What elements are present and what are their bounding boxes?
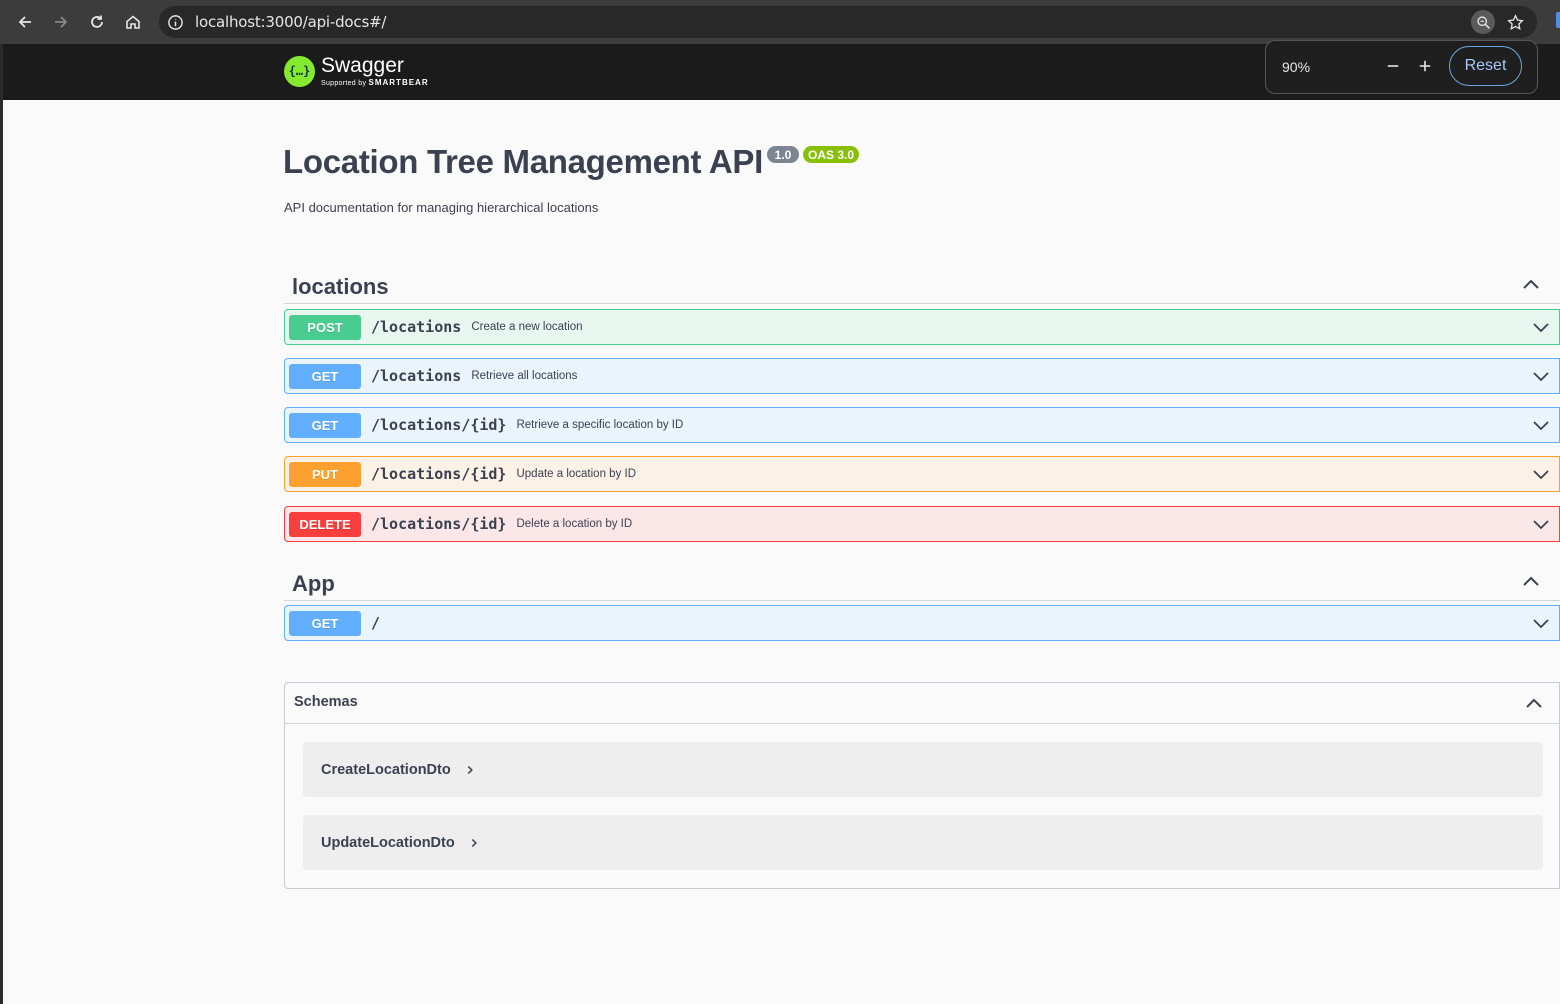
operation-get-location-by-id[interactable]: GET /locations/{id} Retrieve a specific … <box>284 407 1560 443</box>
method-badge: GET <box>289 610 361 636</box>
schemas-header[interactable]: Schemas <box>285 683 1559 724</box>
oas-badge[interactable]: OAS 3.0 <box>803 146 859 163</box>
version-badge: 1.0 <box>767 146 799 163</box>
zoom-level: 90% <box>1282 59 1311 75</box>
chevron-up-icon <box>1523 576 1539 586</box>
tag-name: App <box>292 571 335 596</box>
home-icon <box>126 15 140 29</box>
back-button[interactable] <box>7 4 43 40</box>
model-update-location-dto[interactable]: UpdateLocationDto <box>303 815 1543 870</box>
tag-app[interactable]: App <box>284 561 1560 601</box>
address-bar[interactable]: localhost:3000/api-docs#/ <box>159 6 1537 38</box>
method-badge: POST <box>289 314 361 340</box>
operation-path: /locations <box>371 318 462 336</box>
operation-summary: Retrieve all locations <box>471 370 578 382</box>
model-name: UpdateLocationDto <box>321 834 455 851</box>
method-badge: PUT <box>289 461 361 487</box>
operation-path: /locations/{id} <box>371 515 507 533</box>
method-badge: DELETE <box>289 511 361 537</box>
operation-path: /locations/{id} <box>371 465 507 483</box>
operation-path: /locations <box>371 367 462 385</box>
chevron-up-icon <box>1526 698 1542 708</box>
chevron-right-icon <box>467 765 475 775</box>
browser-toolbar: localhost:3000/api-docs#/ <box>0 0 1560 44</box>
site-info-icon[interactable] <box>165 12 185 32</box>
arrow-left-icon <box>18 16 31 28</box>
forward-button[interactable] <box>43 4 79 40</box>
operation-summary: Retrieve a specific location by ID <box>516 419 684 431</box>
chevron-down-icon[interactable] <box>1533 321 1549 333</box>
operation-summary: Create a new location <box>471 321 583 333</box>
left-edge <box>0 44 3 1004</box>
zoom-popup: 90% Reset <box>1265 40 1538 94</box>
operation-path: /locations/{id} <box>371 416 507 434</box>
zoom-reset-button[interactable]: Reset <box>1449 46 1522 86</box>
method-badge: GET <box>289 412 361 438</box>
url-text[interactable]: localhost:3000/api-docs#/ <box>195 13 386 31</box>
api-title: Location Tree Management API <box>283 143 763 180</box>
model-name: CreateLocationDto <box>321 761 451 778</box>
operation-summary: Update a location by ID <box>516 468 637 480</box>
chevron-down-icon[interactable] <box>1533 370 1549 382</box>
operation-delete-location[interactable]: DELETE /locations/{id} Delete a location… <box>284 506 1560 542</box>
operation-put-location[interactable]: PUT /locations/{id} Update a location by… <box>284 456 1560 492</box>
tag-locations[interactable]: locations <box>284 264 1560 304</box>
method-badge: GET <box>289 363 361 389</box>
chevron-up-icon <box>1523 279 1539 289</box>
model-create-location-dto[interactable]: CreateLocationDto <box>303 742 1543 797</box>
chevron-down-icon[interactable] <box>1533 468 1549 480</box>
operation-post-locations[interactable]: POST /locations Create a new location <box>284 309 1560 345</box>
zoom-in-button[interactable] <box>1414 55 1436 77</box>
operation-get-locations[interactable]: GET /locations Retrieve all locations <box>284 358 1560 394</box>
swagger-logo[interactable]: {…} Swagger Supported by SMARTBEAR <box>284 55 429 87</box>
swagger-logo-name: Swagger <box>321 54 404 77</box>
tag-name: locations <box>292 274 389 299</box>
swagger-logo-sub: Supported by SMARTBEAR <box>321 78 429 87</box>
chevron-right-icon <box>471 838 479 848</box>
bookmark-star-icon[interactable] <box>1505 12 1525 32</box>
swagger-logo-icon: {…} <box>284 55 315 87</box>
operation-path: / <box>371 614 381 632</box>
extension-edge <box>1556 12 1560 28</box>
plus-icon <box>1419 60 1431 72</box>
reload-icon <box>91 15 103 28</box>
operation-summary: Delete a location by ID <box>516 518 633 530</box>
schemas-section: Schemas CreateLocationDto UpdateLocation… <box>284 682 1560 889</box>
minus-icon <box>1387 65 1399 67</box>
chevron-down-icon[interactable] <box>1533 518 1549 530</box>
chevron-down-icon[interactable] <box>1533 419 1549 431</box>
chevron-down-icon[interactable] <box>1533 617 1549 629</box>
api-description: API documentation for managing hierarchi… <box>284 200 599 215</box>
home-button[interactable] <box>115 4 151 40</box>
reload-button[interactable] <box>79 4 115 40</box>
schemas-title: Schemas <box>294 694 358 710</box>
zoom-magnifier-icon[interactable] <box>1471 10 1495 34</box>
zoom-out-button[interactable] <box>1382 55 1404 77</box>
arrow-right-icon <box>55 16 68 28</box>
operation-get-root[interactable]: GET / <box>284 605 1560 641</box>
